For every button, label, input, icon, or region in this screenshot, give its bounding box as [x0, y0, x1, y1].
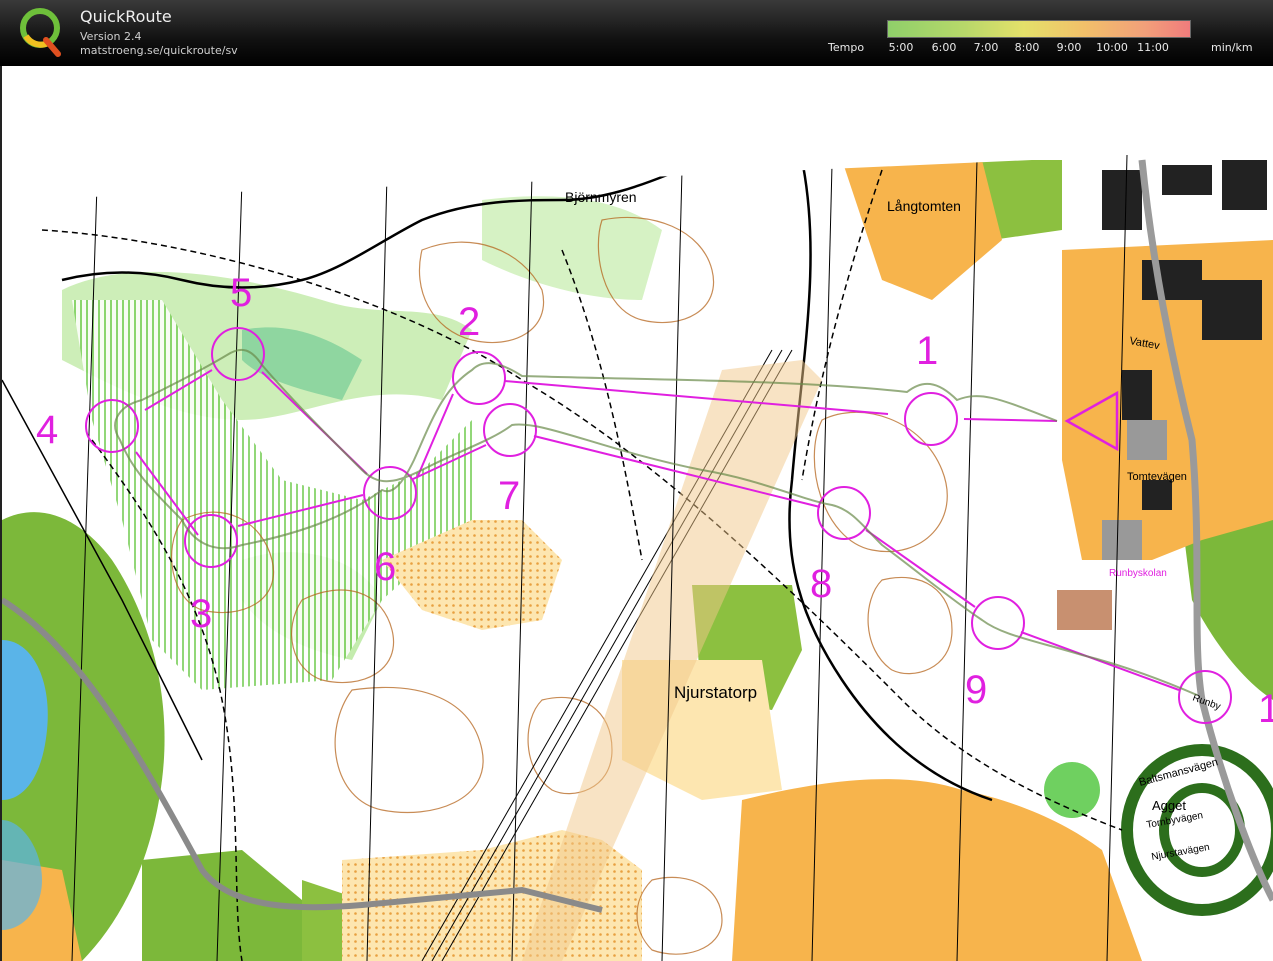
tempo-tick: 10:00: [1096, 41, 1128, 54]
tempo-tick: 7:00: [973, 41, 999, 54]
control-number: 1: [916, 329, 938, 373]
tempo-ticks: 5:00 6:00 7:00 8:00 9:00 10:00 11:00: [887, 41, 1191, 55]
place-label: Långtomten: [887, 198, 961, 214]
tempo-tick: 11:00: [1137, 41, 1169, 54]
app-url[interactable]: matstroeng.se/quickroute/sv: [80, 44, 238, 57]
tempo-unit: min/km: [1211, 41, 1253, 54]
place-label: Agget: [1152, 798, 1186, 813]
map-viewport[interactable]: Björnmyren Långtomten Njurstatorp Vattev…: [0, 66, 1273, 961]
control-number: 4: [36, 408, 58, 452]
tempo-color-scale: [887, 20, 1191, 38]
control-number: 3: [190, 592, 212, 636]
control-number: 7: [498, 474, 520, 518]
tempo-tick: 9:00: [1056, 41, 1082, 54]
orienteering-map[interactable]: Björnmyren Långtomten Njurstatorp Vattev…: [2, 66, 1273, 961]
control-number: 1: [1258, 687, 1273, 731]
place-label: Tomtevägen: [1127, 471, 1187, 483]
place-label: Björnmyren: [565, 189, 637, 205]
quickroute-logo-icon: [20, 8, 61, 57]
tempo-label: Tempo: [828, 41, 865, 54]
tempo-tick: 8:00: [1014, 41, 1040, 54]
control-number: 8: [810, 562, 832, 606]
app-version: Version 2.4: [80, 30, 142, 43]
app-header: QuickRoute Version 2.4 matstroeng.se/qui…: [0, 0, 1273, 66]
control-number: 6: [374, 545, 396, 589]
app-title: QuickRoute: [80, 7, 172, 26]
tempo-tick: 6:00: [931, 41, 957, 54]
place-label: Njurstatorp: [674, 683, 757, 702]
green-area: [1044, 762, 1100, 818]
control-number: 9: [965, 668, 987, 712]
control-number: 2: [458, 300, 480, 344]
place-label: Runbyskolan: [1109, 568, 1167, 579]
control-number: 5: [230, 271, 252, 315]
tempo-tick: 5:00: [888, 41, 914, 54]
